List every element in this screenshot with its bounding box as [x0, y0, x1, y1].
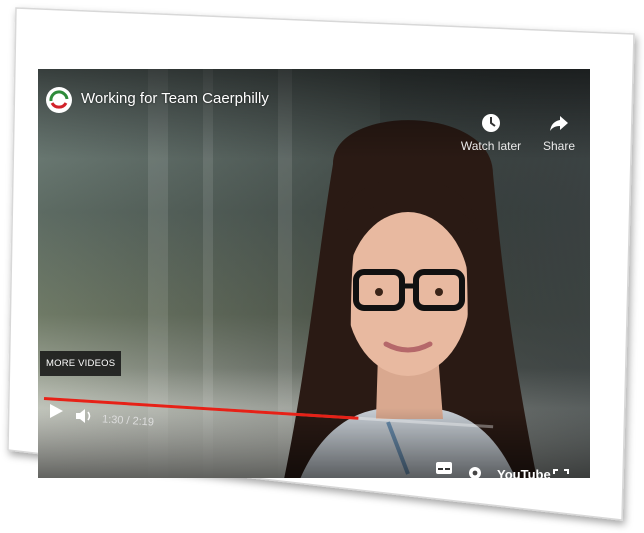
play-icon[interactable]: [47, 402, 65, 420]
clock-icon: [482, 114, 500, 132]
share-button[interactable]: Share: [524, 113, 590, 153]
share-label: Share: [542, 139, 576, 153]
more-videos-button[interactable]: MORE VIDEOS: [40, 351, 122, 376]
watch-later-label: Watch later: [460, 139, 522, 153]
fullscreen-icon[interactable]: [553, 469, 569, 478]
volume-icon[interactable]: [74, 407, 94, 425]
video-title[interactable]: Working for Team Caerphilly: [81, 90, 269, 107]
youtube-logo[interactable]: YouTube: [497, 467, 551, 478]
share-icon: [550, 116, 568, 131]
channel-logo-icon[interactable]: [46, 87, 72, 113]
watch-later-button[interactable]: Watch later: [456, 113, 526, 153]
video-player[interactable]: Working for Team Caerphilly Watch later …: [38, 69, 590, 478]
subtitles-icon[interactable]: [435, 461, 453, 475]
settings-icon[interactable]: [467, 465, 483, 478]
